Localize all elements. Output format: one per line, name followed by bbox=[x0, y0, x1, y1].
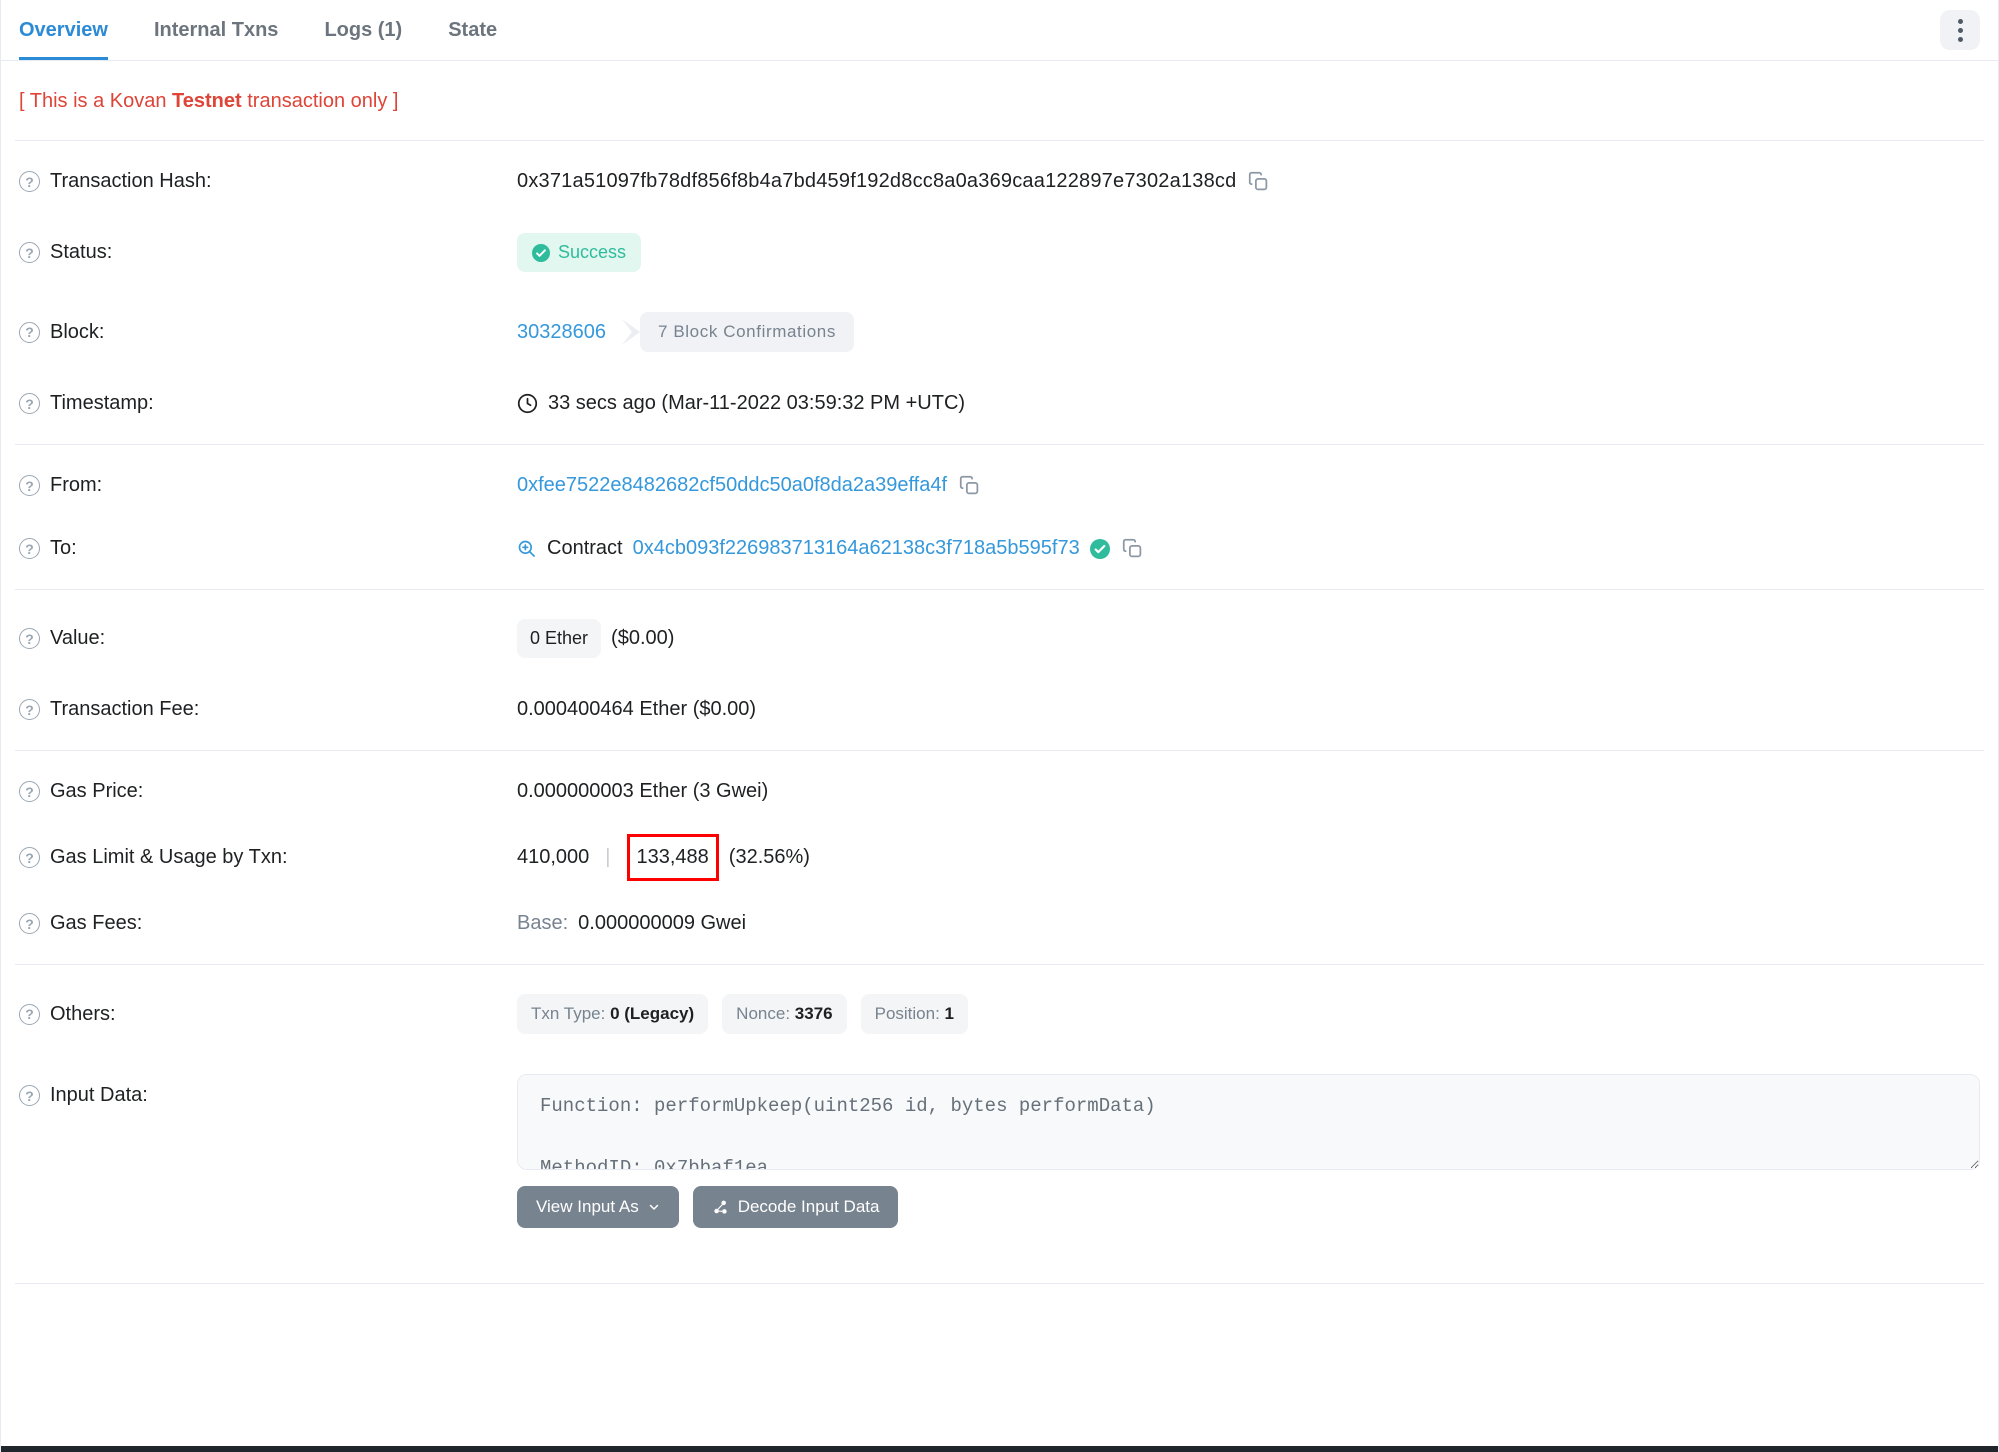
help-icon[interactable]: ? bbox=[19, 1003, 40, 1025]
row-gas-fees: ? Gas Fees: Base: 0.000000009 Gwei bbox=[1, 892, 1998, 955]
separator: | bbox=[605, 846, 611, 868]
row-block: ? Block: 30328606 7 Block Confirmations bbox=[1, 292, 1998, 372]
gas-price-label: Gas Price: bbox=[50, 780, 144, 802]
transaction-fee-label: Transaction Fee: bbox=[50, 698, 200, 720]
from-label: From: bbox=[50, 474, 103, 496]
position-badge: Position: 1 bbox=[860, 994, 969, 1034]
transaction-details-card: Overview Internal Txns Logs (1) State [ … bbox=[0, 0, 1999, 1452]
others-label: Others: bbox=[50, 1002, 116, 1025]
row-others: ? Others: Txn Type: 0 (Legacy) Nonce: 33… bbox=[1, 974, 1998, 1054]
copy-txhash-button[interactable] bbox=[1246, 171, 1271, 192]
section-value: ? Value: 0 Ether ($0.00) ? Transaction F… bbox=[1, 590, 1998, 750]
annotation-highlight-box: 133,488 bbox=[626, 834, 719, 881]
check-circle-icon bbox=[532, 243, 550, 262]
status-label: Status: bbox=[50, 241, 113, 263]
row-transaction-hash: ? Transaction Hash: 0x371a51097fb78df856… bbox=[1, 150, 1998, 213]
view-input-as-button[interactable]: View Input As bbox=[517, 1186, 679, 1228]
kebab-menu-icon bbox=[1957, 18, 1963, 42]
copy-to-button[interactable] bbox=[1120, 538, 1145, 559]
gas-used-percent: (32.56%) bbox=[728, 846, 810, 868]
usd-value: ($0.00) bbox=[611, 627, 675, 649]
transaction-hash-value: 0x371a51097fb78df856f8b4a7bd459f192d8cc8… bbox=[517, 170, 1237, 192]
help-icon[interactable]: ? bbox=[19, 538, 40, 559]
transaction-hash-label: Transaction Hash: bbox=[50, 170, 212, 192]
testnet-notice: [ This is a Kovan Testnet transaction on… bbox=[19, 90, 399, 112]
gas-limit-value: 410,000 bbox=[517, 846, 590, 868]
section-gas: ? Gas Price: 0.000000003 Ether (3 Gwei) … bbox=[1, 751, 1998, 964]
chevron-down-icon bbox=[649, 1204, 658, 1210]
help-icon[interactable]: ? bbox=[19, 242, 40, 263]
gas-fees-label: Gas Fees: bbox=[50, 912, 143, 934]
input-data-label: Input Data: bbox=[50, 1084, 148, 1106]
help-icon[interactable]: ? bbox=[19, 1085, 40, 1106]
row-from: ? From: 0xfee7522e8482682cf50ddc50a0f8da… bbox=[1, 454, 1998, 517]
copy-from-button[interactable] bbox=[957, 475, 982, 496]
section-addresses: ? From: 0xfee7522e8482682cf50ddc50a0f8da… bbox=[1, 445, 1998, 589]
section-summary: ? Transaction Hash: 0x371a51097fb78df856… bbox=[1, 141, 1998, 444]
nonce-badge: Nonce: 3376 bbox=[722, 994, 847, 1034]
chevron-right-icon bbox=[621, 319, 640, 345]
row-status: ? Status: Success bbox=[1, 213, 1998, 292]
row-gas-price: ? Gas Price: 0.000000003 Ether (3 Gwei) bbox=[1, 760, 1998, 823]
gas-limit-label: Gas Limit & Usage by Txn: bbox=[50, 846, 288, 868]
row-gas-limit-usage: ? Gas Limit & Usage by Txn: 410,000 | 13… bbox=[1, 823, 1998, 892]
help-icon[interactable]: ? bbox=[19, 393, 40, 414]
help-icon[interactable]: ? bbox=[19, 321, 40, 343]
base-fee-label: Base: bbox=[517, 912, 569, 934]
transaction-fee-value: 0.000400464 Ether ($0.00) bbox=[517, 698, 757, 720]
decode-input-data-button[interactable]: Decode Input Data bbox=[692, 1186, 899, 1228]
help-icon[interactable]: ? bbox=[19, 171, 40, 192]
copy-icon bbox=[959, 475, 979, 495]
txn-type-badge: Txn Type: 0 (Legacy) bbox=[517, 994, 709, 1034]
base-fee-value: 0.000000009 Gwei bbox=[578, 912, 747, 934]
row-value: ? Value: 0 Ether ($0.00) bbox=[1, 599, 1998, 678]
value-label: Value: bbox=[50, 627, 106, 649]
tab-logs[interactable]: Logs (1) bbox=[324, 0, 402, 60]
divider bbox=[15, 1283, 1984, 1284]
row-transaction-fee: ? Transaction Fee: 0.000400464 Ether ($0… bbox=[1, 678, 1998, 741]
help-icon[interactable]: ? bbox=[19, 847, 40, 868]
row-to: ? To: Contract 0x4cb093f226983713164a621… bbox=[1, 517, 1998, 580]
zoom-in-icon[interactable] bbox=[517, 539, 537, 559]
timestamp-label: Timestamp: bbox=[50, 392, 154, 414]
decode-icon bbox=[714, 1200, 727, 1214]
row-input-data: ? Input Data: Function: performUpkeep(ui… bbox=[1, 1054, 1998, 1248]
more-options-button[interactable] bbox=[1940, 10, 1980, 50]
tab-state[interactable]: State bbox=[448, 0, 497, 60]
block-number-link[interactable]: 30328606 bbox=[517, 321, 606, 344]
copy-icon bbox=[1122, 538, 1141, 558]
gas-price-value: 0.000000003 Ether (3 Gwei) bbox=[517, 780, 769, 802]
input-data-textarea[interactable]: Function: performUpkeep(uint256 id, byte… bbox=[517, 1074, 1980, 1170]
help-icon[interactable]: ? bbox=[19, 628, 40, 649]
to-label: To: bbox=[50, 537, 77, 559]
help-icon[interactable]: ? bbox=[19, 913, 40, 934]
footer-top-edge bbox=[1, 1446, 1998, 1452]
tab-overview[interactable]: Overview bbox=[19, 0, 108, 60]
timestamp-value: 33 secs ago (Mar-11-2022 03:59:32 PM +UT… bbox=[548, 392, 966, 414]
help-icon[interactable]: ? bbox=[19, 475, 40, 496]
block-confirmations-badge: 7 Block Confirmations bbox=[621, 312, 854, 352]
ether-value-badge: 0 Ether bbox=[517, 619, 602, 658]
gas-used-value: 133,488 bbox=[636, 846, 709, 868]
help-icon[interactable]: ? bbox=[19, 781, 40, 802]
row-timestamp: ? Timestamp: 33 secs ago (Mar-11-2022 03… bbox=[1, 372, 1998, 435]
tab-internal-txns[interactable]: Internal Txns bbox=[154, 0, 278, 60]
input-data-actions: View Input As Decode Input Data bbox=[517, 1186, 1980, 1228]
block-label: Block: bbox=[50, 320, 105, 343]
verified-check-icon bbox=[1089, 538, 1110, 559]
section-others: ? Others: Txn Type: 0 (Legacy) Nonce: 33… bbox=[1, 965, 1998, 1257]
contract-word: Contract bbox=[547, 537, 623, 559]
from-address-link[interactable]: 0xfee7522e8482682cf50ddc50a0f8da2a39effa… bbox=[517, 474, 947, 497]
tab-bar: Overview Internal Txns Logs (1) State bbox=[1, 0, 1998, 61]
status-badge: Success bbox=[517, 233, 642, 272]
copy-icon bbox=[1249, 171, 1268, 191]
help-icon[interactable]: ? bbox=[19, 699, 40, 720]
clock-icon bbox=[517, 393, 538, 414]
to-address-link[interactable]: 0x4cb093f226983713164a62138c3f718a5b595f… bbox=[633, 537, 1080, 560]
